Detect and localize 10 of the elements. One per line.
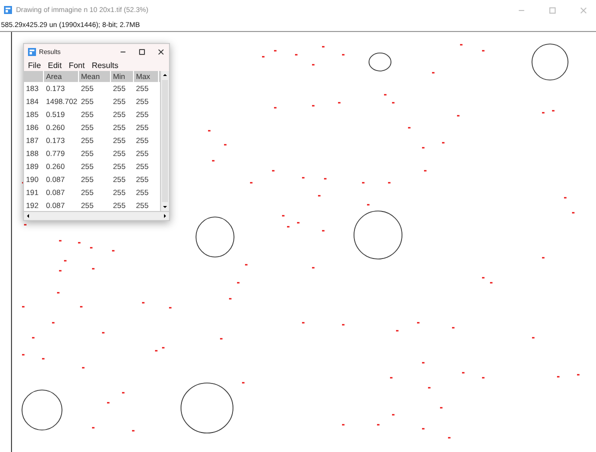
vertical-scrollbar[interactable] <box>160 71 169 211</box>
window-icon <box>4 6 12 14</box>
close-icon[interactable] <box>157 48 165 56</box>
menu-item[interactable]: Font <box>68 61 85 70</box>
maximize-icon[interactable] <box>138 48 146 56</box>
horizontal-scrollbar[interactable] <box>24 211 169 220</box>
menu-item[interactable]: Edit <box>48 61 62 70</box>
window-icon <box>28 48 36 56</box>
menu-item[interactable]: Results <box>92 61 118 70</box>
menu-item[interactable]: File <box>28 61 41 70</box>
